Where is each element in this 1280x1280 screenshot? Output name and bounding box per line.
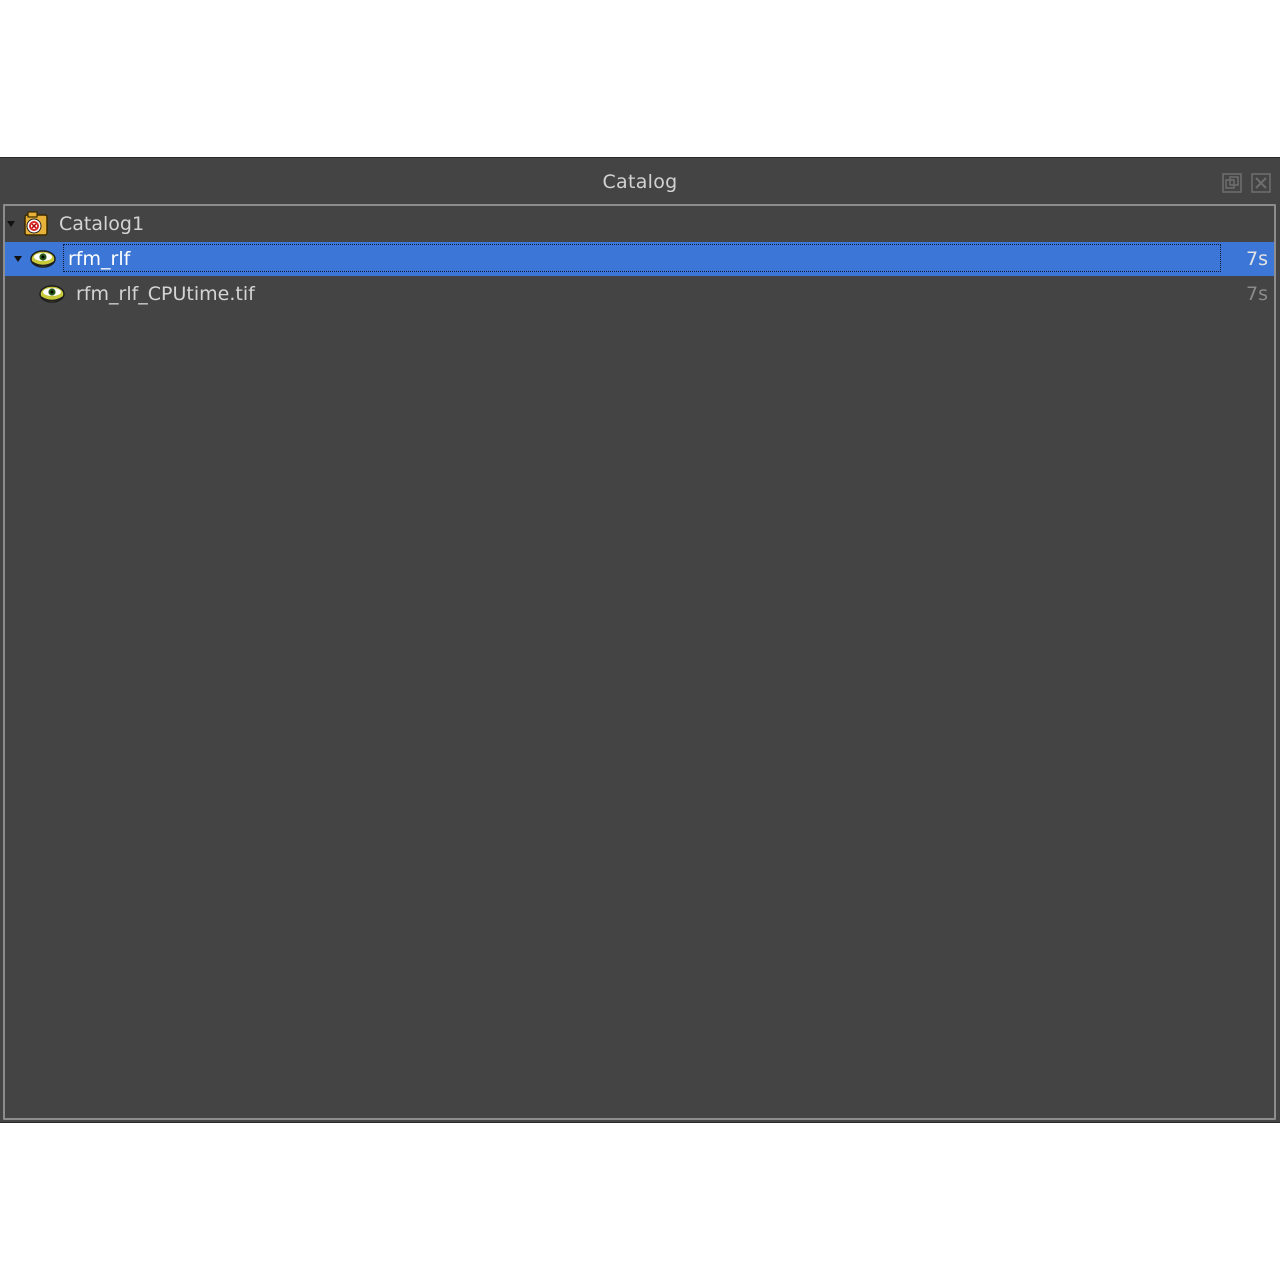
tree-row-label: rfm_rlf xyxy=(68,248,131,270)
tree-row-catalog1[interactable]: Catalog1 xyxy=(5,207,1274,241)
tree-row-rfm-rlf-cputime[interactable]: rfm_rlf_CPUtime.tif 7s xyxy=(5,277,1274,311)
catalog-tree[interactable]: Catalog1 rfm_rlf 7s rfm_rlf_CPUtime.tif … xyxy=(3,204,1276,1120)
catalog-icon xyxy=(24,211,48,236)
tree-row-label: Catalog1 xyxy=(59,213,145,235)
close-icon xyxy=(1251,173,1271,193)
eye-icon xyxy=(30,250,56,268)
title-bar[interactable]: Catalog xyxy=(0,158,1280,204)
window-title: Catalog xyxy=(602,171,678,193)
expand-arrow[interactable] xyxy=(14,256,22,262)
float-icon xyxy=(1222,173,1242,193)
tree-row-time: 7s xyxy=(1246,283,1268,305)
tree-row-label: rfm_rlf_CPUtime.tif xyxy=(76,283,255,305)
catalog-window: Catalog Catalog1 rfm_rlf 7s rfm_rlf_CPUt… xyxy=(0,157,1280,1123)
close-button[interactable] xyxy=(1251,173,1271,193)
tree-row-time: 7s xyxy=(1246,248,1268,270)
float-button[interactable] xyxy=(1222,173,1242,193)
tree-row-rfm-rlf[interactable]: rfm_rlf 7s xyxy=(5,242,1274,276)
expand-arrow[interactable] xyxy=(7,221,15,227)
eye-icon xyxy=(39,285,65,303)
focus-rectangle xyxy=(63,244,1221,272)
